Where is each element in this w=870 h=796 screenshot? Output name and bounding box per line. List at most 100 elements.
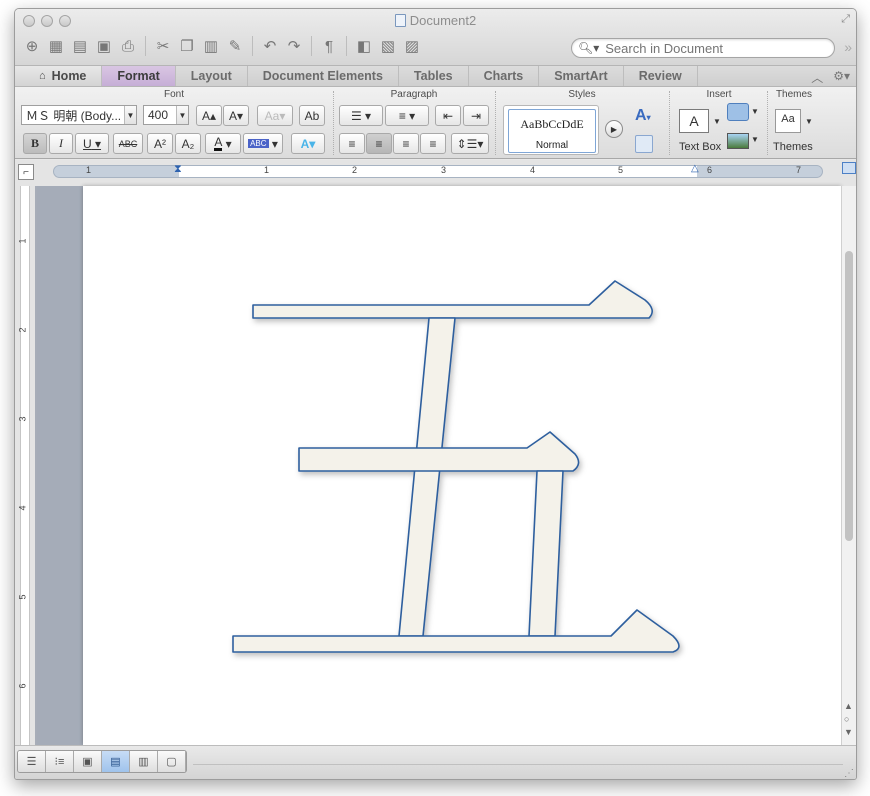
search-input[interactable] — [605, 40, 806, 56]
manage-styles-icon[interactable] — [635, 135, 653, 153]
copy-icon[interactable]: ❐ — [176, 35, 198, 57]
next-page-icon[interactable]: ▼ — [844, 727, 853, 737]
highlight-button[interactable]: ABC ▾ — [243, 133, 283, 154]
ruler-number: 5 — [618, 165, 624, 175]
font-color-button[interactable]: A ▾ — [205, 133, 241, 154]
tab-tables[interactable]: Tables — [399, 66, 469, 86]
text-box-icon[interactable]: A — [679, 109, 709, 133]
style-normal[interactable]: AaBbCcDdE Normal — [508, 109, 596, 153]
text-effects-button[interactable]: A▾ — [291, 133, 325, 154]
draft-view-icon[interactable]: ☰ — [18, 751, 46, 772]
tab-layout[interactable]: Layout — [176, 66, 248, 86]
new-document-icon[interactable]: ⊕ — [21, 35, 43, 57]
font-name-combo[interactable]: ＭＳ 明朝 (Body... ▼ — [21, 105, 137, 125]
font-size-combo[interactable]: 400 ▼ — [143, 105, 189, 125]
focus-view-icon[interactable]: ▢ — [158, 751, 186, 772]
undo-icon[interactable]: ↶ — [259, 35, 281, 57]
document-page[interactable]: 五 — [83, 186, 841, 745]
shape-icon[interactable] — [727, 103, 749, 121]
numbering-button[interactable]: ≡ ▾ — [385, 105, 429, 126]
tab-selector[interactable]: ⌐ — [18, 164, 34, 180]
sidebar-icon[interactable]: ◧ — [353, 35, 375, 57]
toolbar-separator — [145, 36, 146, 56]
tab-label: Home — [51, 69, 87, 83]
tab-document-elements[interactable]: Document Elements — [248, 66, 399, 86]
bullets-button[interactable]: ☰ ▾ — [339, 105, 383, 126]
tab-review[interactable]: Review — [624, 66, 698, 86]
browse-object-icon[interactable]: ○ — [844, 714, 849, 724]
align-left-icon[interactable]: ≡ — [339, 133, 365, 154]
themes-label[interactable]: Themes — [773, 141, 813, 153]
pilcrow-icon[interactable]: ¶ — [318, 35, 340, 57]
vertical-scrollbar[interactable]: ▲ ○ ▼ — [841, 186, 856, 745]
tab-smartart[interactable]: SmartArt — [539, 66, 624, 86]
clear-formatting-icon[interactable]: Ab — [299, 105, 325, 126]
underline-button[interactable]: U ▾ — [75, 133, 109, 154]
change-case-button[interactable]: Aa▾ — [257, 105, 293, 126]
styles-pane-icon[interactable]: A▾ — [635, 107, 651, 125]
indent-marker-icon[interactable]: ⧗ — [174, 163, 182, 176]
shrink-font-button[interactable]: A ▾ — [223, 105, 249, 126]
tab-charts[interactable]: Charts — [469, 66, 540, 86]
save-icon[interactable]: ▣ — [93, 35, 115, 57]
search-field[interactable]: 🔍︎▾ — [571, 38, 835, 58]
italic-button[interactable]: I — [49, 133, 73, 154]
resize-grip-icon[interactable]: ⋰ — [844, 768, 854, 779]
ruler-number: 1 — [17, 238, 28, 244]
group-title: Themes — [775, 89, 813, 100]
scrollbar-thumb[interactable] — [845, 251, 853, 541]
window-title-text: Document2 — [409, 13, 477, 28]
open-icon[interactable]: ▤ — [69, 35, 91, 57]
cut-icon[interactable]: ✂ — [152, 35, 174, 57]
align-right-icon[interactable]: ≡ — [393, 133, 419, 154]
chevron-down-icon[interactable]: ▼ — [176, 106, 188, 124]
chevron-down-icon[interactable]: ▼ — [751, 135, 759, 144]
superscript-button[interactable]: A² — [147, 133, 173, 154]
paste-icon[interactable]: ▥ — [200, 35, 222, 57]
fullscreen-icon[interactable]: ⤢ — [841, 13, 850, 26]
toolbar-overflow-icon[interactable]: » — [844, 39, 852, 55]
print-icon[interactable]: ⎙ — [117, 35, 139, 57]
group-title: Insert — [706, 89, 732, 100]
publishing-view-icon[interactable]: ▣ — [74, 751, 102, 772]
picture-icon[interactable] — [727, 133, 749, 149]
horizontal-ruler[interactable]: 1 1 2 3 4 5 6 7 ⧗ △ — [53, 163, 823, 178]
redo-icon[interactable]: ↷ — [283, 35, 305, 57]
tab-home[interactable]: ⌂ Home — [15, 66, 103, 86]
styles-next-icon[interactable]: ▶ — [605, 120, 623, 138]
print-layout-view-icon[interactable]: ▤ — [102, 751, 130, 772]
large-kanji-glyph[interactable] — [83, 186, 841, 745]
strikethrough-button[interactable]: ABC — [113, 133, 143, 154]
vertical-ruler[interactable]: 1 2 3 4 5 6 — [15, 186, 35, 745]
font-group: Font ＭＳ 明朝 (Body... ▼ 400 ▼ A ▴ A ▾ Aa▾ Ab… — [15, 87, 333, 159]
grow-font-button[interactable]: A ▴ — [196, 105, 222, 126]
themes-icon[interactable]: Aa — [775, 109, 801, 133]
ruler-number: 2 — [352, 165, 358, 175]
chevron-down-icon[interactable]: ▼ — [805, 117, 813, 126]
format-painter-icon[interactable]: ✎ — [224, 35, 246, 57]
ruler-toggle-icon[interactable] — [842, 162, 856, 174]
horizontal-scrollbar[interactable] — [193, 764, 843, 774]
notebook-view-icon[interactable]: ▥ — [130, 751, 158, 772]
increase-indent-icon[interactable]: ⇥ — [463, 105, 489, 126]
subscript-button[interactable]: A₂ — [175, 133, 201, 154]
toolbox-icon[interactable]: ▨ — [401, 35, 423, 57]
ribbon-settings-icon[interactable]: ⚙▾ — [833, 69, 850, 86]
chevron-down-icon[interactable]: ▼ — [751, 107, 759, 116]
chevron-down-icon[interactable]: ▼ — [713, 117, 721, 126]
previous-page-icon[interactable]: ▲ — [844, 701, 853, 711]
justify-icon[interactable]: ≡ — [420, 133, 446, 154]
bold-button[interactable]: B — [23, 133, 47, 154]
collapse-ribbon-icon[interactable]: ︿ — [811, 69, 823, 86]
decrease-indent-icon[interactable]: ⇤ — [435, 105, 461, 126]
media-browser-icon[interactable]: ▧ — [377, 35, 399, 57]
tab-format[interactable]: Format — [102, 66, 176, 86]
outline-view-icon[interactable]: ⁝≡ — [46, 751, 74, 772]
templates-icon[interactable]: ▦ — [45, 35, 67, 57]
right-indent-icon[interactable]: △ — [691, 163, 699, 174]
line-spacing-button[interactable]: ⇕☰▾ — [451, 133, 489, 154]
chevron-down-icon[interactable]: ▼ — [124, 106, 136, 124]
highlight-icon: ABC — [248, 139, 269, 148]
align-center-icon[interactable]: ≡ — [366, 133, 392, 154]
text-box-label[interactable]: Text Box — [679, 141, 721, 153]
